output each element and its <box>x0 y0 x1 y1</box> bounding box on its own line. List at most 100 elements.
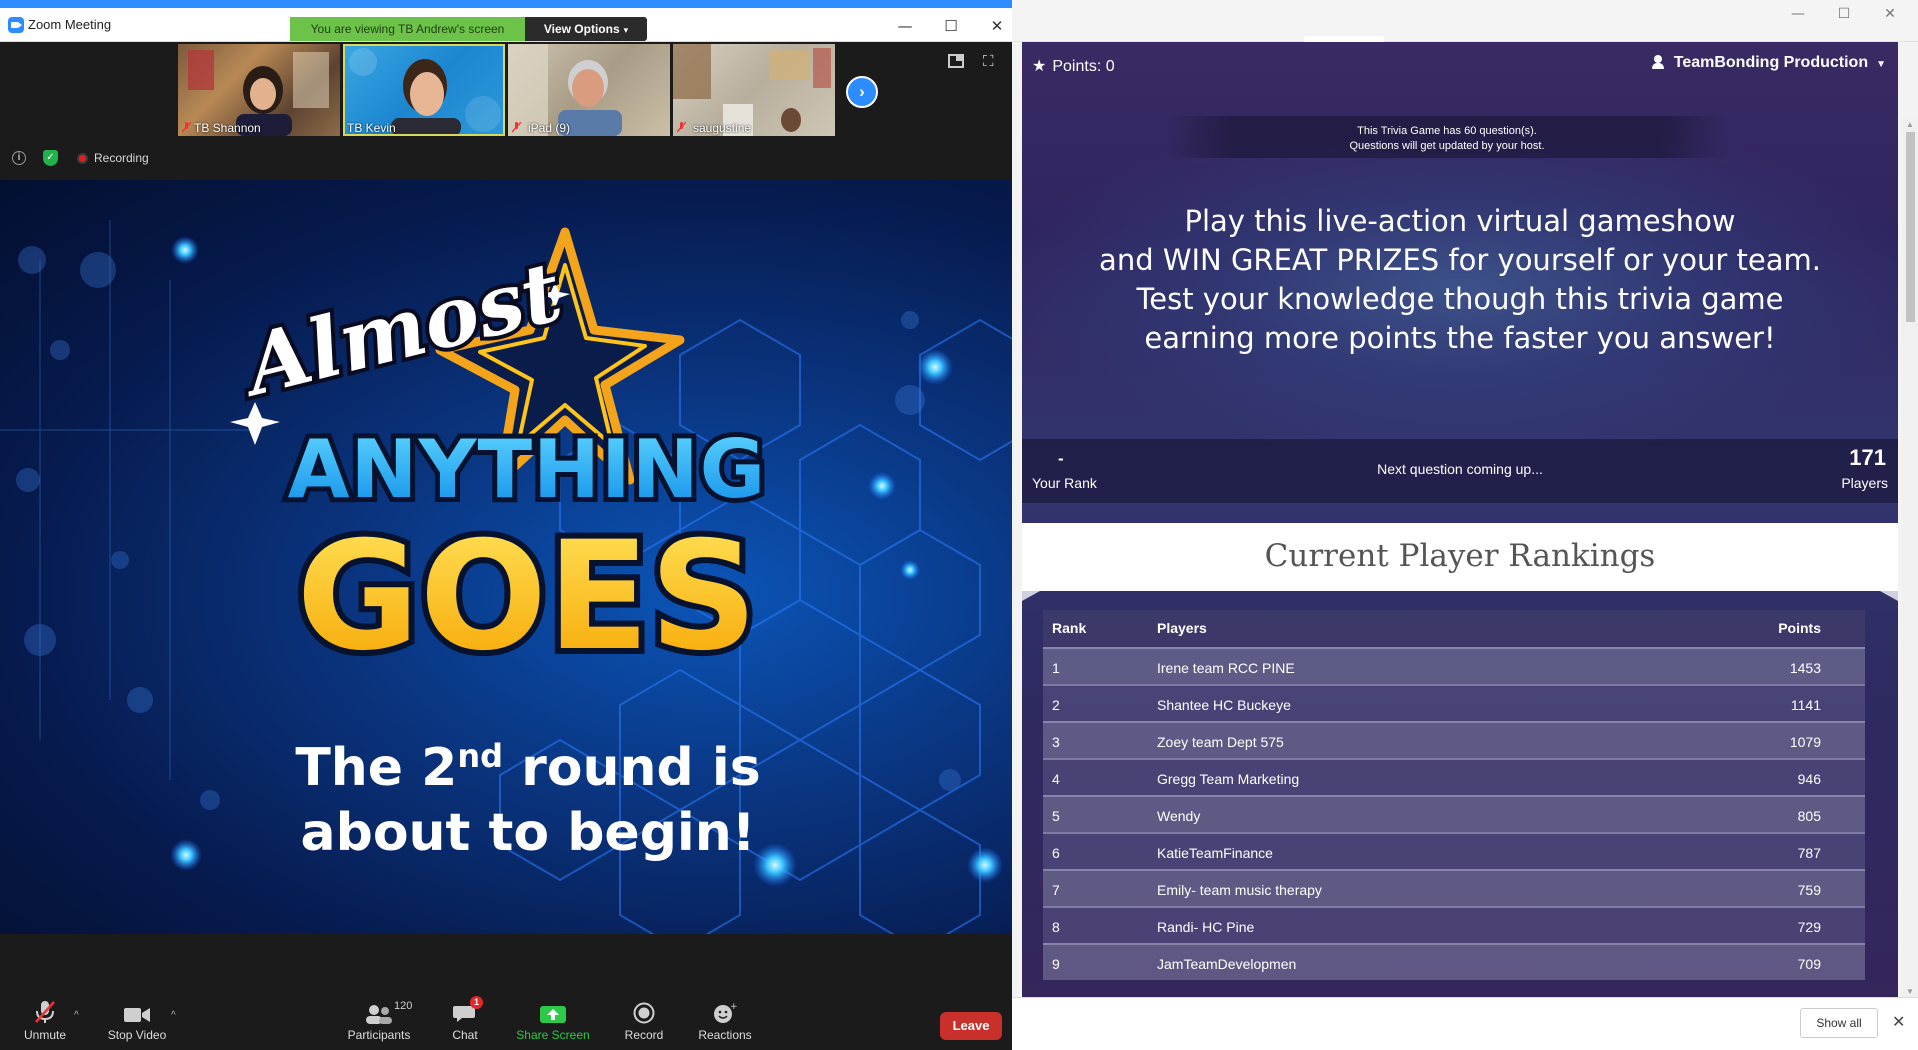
chat-button[interactable]: Chat <box>420 1000 510 1042</box>
ranking-rank-cell: 6 <box>1052 845 1060 861</box>
ranking-row: 6 KatieTeamFinance 787 <box>1043 832 1865 869</box>
browser-maximize-button[interactable]: ☐ <box>1829 6 1859 26</box>
leave-meeting-button[interactable]: Leave <box>940 1012 1002 1040</box>
scroll-down-arrow-icon[interactable]: ▼ <box>1906 987 1914 996</box>
record-button[interactable]: Record <box>599 1000 689 1042</box>
account-menu[interactable]: TeamBonding Production ▼ <box>1651 54 1886 72</box>
participant-video-tile[interactable]: saugustine <box>673 44 835 136</box>
svg-text:The 2nd round is: The 2nd round is <box>295 737 760 798</box>
muted-microphone-icon <box>35 1001 55 1023</box>
players-count-value: 171 <box>1849 445 1886 470</box>
viewing-screen-banner: You are viewing TB Andrew's screen <box>290 17 525 41</box>
next-question-status: Next question coming up... <box>1377 461 1543 477</box>
participant-video-tile[interactable]: iPad (9) <box>508 44 670 136</box>
ranking-points-cell: 946 <box>1797 771 1821 787</box>
slide-round-text-pre: The 2 <box>295 738 457 798</box>
reactions-button[interactable]: + Reactions <box>680 1000 770 1042</box>
zoom-maximize-button[interactable]: ☐ <box>936 16 966 36</box>
zoom-meeting-area: TB Shannon TB Kevin iPad (9) saugustine … <box>0 42 1012 984</box>
participants-label: Participants <box>347 1028 411 1042</box>
ranking-rank-cell: 8 <box>1052 919 1060 935</box>
rankings-table-header: Rank Players Points <box>1043 610 1865 647</box>
ranking-player-cell: Irene team RCC PINE <box>1157 660 1295 676</box>
ranking-row: 3 Zoey team Dept 575 1079 <box>1043 721 1865 758</box>
audio-options-caret-icon[interactable]: ^ <box>74 1010 79 1021</box>
ranking-points-cell: 709 <box>1797 956 1821 972</box>
show-all-downloads-button[interactable]: Show all <box>1800 1008 1878 1038</box>
ranking-player-cell: JamTeamDevelopmen <box>1157 956 1297 972</box>
ranking-points-cell: 1453 <box>1789 660 1821 676</box>
ranking-points-cell: 729 <box>1797 919 1821 935</box>
svg-text:+: + <box>730 1002 737 1012</box>
muted-mic-icon <box>512 122 521 133</box>
participant-name: TB Shannon <box>194 121 261 135</box>
header-rank: Rank <box>1052 620 1087 636</box>
unmute-label: Unmute <box>23 1028 67 1042</box>
page-scrollbar[interactable]: ▲ ▼ <box>1902 118 1918 998</box>
ranking-player-cell: Emily- team music therapy <box>1157 882 1322 898</box>
notice-line-updates: Questions will get updated by your host. <box>1349 140 1545 152</box>
participants-count: 120 <box>394 1000 413 1012</box>
zoom-minimize-button[interactable]: — <box>890 16 920 36</box>
ribbon-fold-left <box>1022 591 1040 601</box>
rankings-title: Current Player Rankings <box>1022 523 1898 591</box>
participant-video-tile-active[interactable]: TB Kevin <box>343 44 505 136</box>
next-participants-button[interactable]: › <box>846 76 878 108</box>
share-screen-icon <box>540 1006 566 1023</box>
pitch-line: Test your knowledge though this trivia g… <box>1136 282 1784 316</box>
recording-label: Recording <box>94 151 149 165</box>
browser-close-button[interactable]: ✕ <box>1875 6 1905 26</box>
ranking-rank-cell: 1 <box>1052 660 1060 676</box>
game-pitch-text: Play this live-action virtual gameshow a… <box>1022 202 1898 358</box>
your-rank-label: Your Rank <box>1032 475 1097 491</box>
ranking-row: 9 JamTeamDevelopmen 709 <box>1043 943 1865 980</box>
view-options-label: View Options <box>543 22 620 36</box>
participant-name: TB Kevin <box>347 121 396 135</box>
security-shield-icon[interactable]: ✓ <box>43 150 58 166</box>
ranking-points-cell: 1141 <box>1790 697 1821 713</box>
layout-icon[interactable] <box>948 54 964 68</box>
ranking-points-cell: 1079 <box>1789 734 1821 750</box>
ranking-rank-cell: 9 <box>1052 956 1060 972</box>
rank-status-bar: - Your Rank Next question coming up... 1… <box>1022 439 1898 503</box>
chat-unread-badge: 1 <box>470 996 483 1009</box>
slide-artwork: Almost ANYTHING GOES The 2nd round is ab… <box>0 220 1012 934</box>
record-icon <box>633 1002 655 1024</box>
scroll-up-arrow-icon[interactable]: ▲ <box>1906 120 1914 129</box>
rankings-table-body: 1 Irene team RCC PINE 1453 2 Shantee HC Buck… <box>1043 647 1865 980</box>
slide-word-anything: ANYTHING <box>288 423 767 516</box>
stop-video-button[interactable]: Stop Video <box>92 1000 182 1042</box>
share-screen-button[interactable]: Share Screen <box>508 1000 598 1042</box>
browser-minimize-button[interactable]: — <box>1783 6 1813 26</box>
trivia-game-page: ★ Points: 0 TeamBonding Production ▼ This … <box>1022 42 1898 997</box>
chevron-down-icon: ▾ <box>623 25 629 35</box>
ranking-points-cell: 805 <box>1797 808 1821 824</box>
account-name: TeamBonding Production <box>1673 54 1869 71</box>
unmute-button[interactable]: Unmute <box>0 1000 90 1042</box>
scrollbar-thumb[interactable] <box>1906 132 1915 322</box>
caret-down-icon: ▼ <box>1876 59 1886 70</box>
zoom-close-button[interactable]: ✕ <box>982 16 1012 36</box>
ranking-player-cell: Zoey team Dept 575 <box>1157 734 1284 750</box>
view-options-button[interactable]: View Options ▾ <box>525 17 647 41</box>
ranking-rank-cell: 5 <box>1052 808 1060 824</box>
close-download-bar-icon[interactable]: ✕ <box>1892 1012 1905 1031</box>
ranking-row: 2 Shantee HC Buckeye 1141 <box>1043 684 1865 721</box>
zoom-meeting-toolbar: Unmute ^ Stop Video ^ Participants 120 C… <box>0 984 1012 1050</box>
notice-line-questions: This Trivia Game has 60 question(s). <box>1357 125 1537 137</box>
info-icon[interactable]: i <box>12 151 26 165</box>
ranking-row: 5 Wendy 805 <box>1043 795 1865 832</box>
zoom-titlebar: Zoom Meeting You are viewing TB Andrew's… <box>0 8 1012 42</box>
ranking-points-cell: 787 <box>1797 845 1821 861</box>
pitch-line: and WIN GREAT PRIZES for yourself or you… <box>1099 243 1821 277</box>
participants-icon <box>366 1005 392 1024</box>
reactions-emoji-icon: + <box>714 1002 737 1023</box>
fullscreen-icon[interactable]: ⛶ <box>983 53 999 70</box>
pitch-line: Play this live-action virtual gameshow <box>1184 204 1736 238</box>
participant-video-tile[interactable]: TB Shannon <box>178 44 340 136</box>
chevron-right-icon: › <box>859 82 865 101</box>
video-options-caret-icon[interactable]: ^ <box>171 1010 176 1021</box>
slide-begin-text: about to begin! <box>301 803 756 863</box>
reactions-label: Reactions <box>698 1028 752 1042</box>
ranking-player-cell: Wendy <box>1157 808 1201 824</box>
